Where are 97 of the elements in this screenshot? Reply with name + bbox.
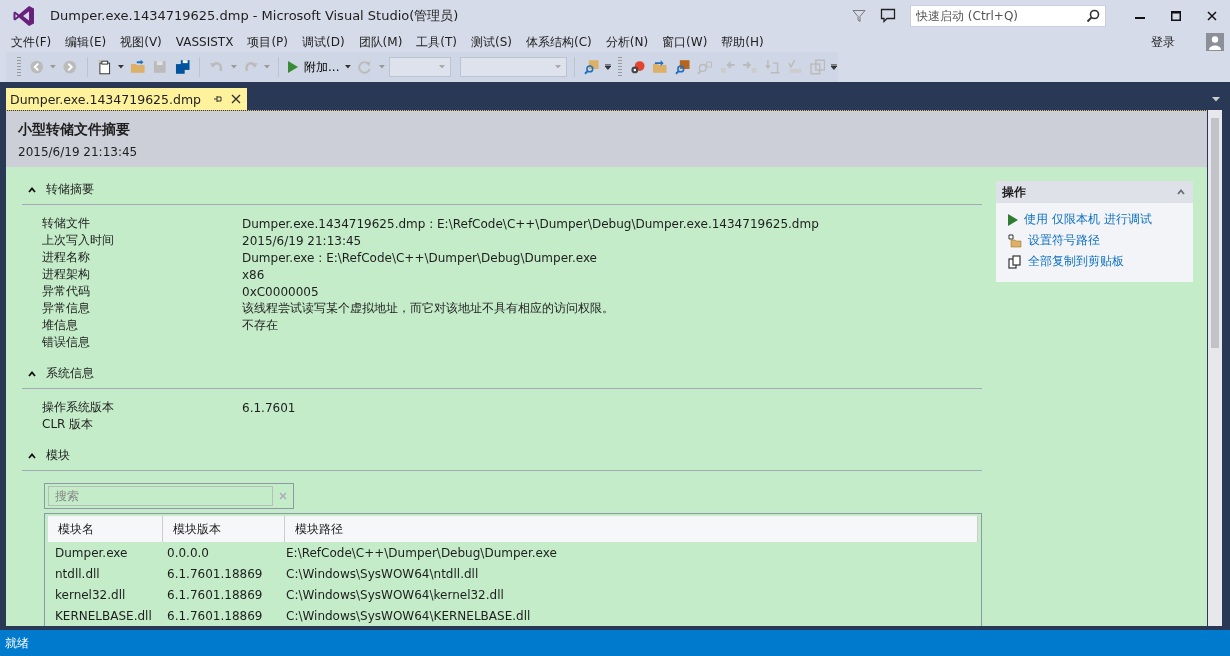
forward-icon[interactable] <box>62 59 78 75</box>
menu-item[interactable]: 体系结构(C) <box>519 33 599 51</box>
property-label: 上次写入时间 <box>42 232 115 249</box>
pin-icon[interactable] <box>213 94 223 104</box>
status-text: 就绪 <box>5 634 29 652</box>
menu-item[interactable]: 调试(D) <box>295 33 352 51</box>
table-cell-text: 6.1.7601.18869 <box>166 608 264 623</box>
action-link[interactable]: 使用 仅限本机 进行调试 <box>1024 211 1152 228</box>
overflow-caret-icon[interactable] <box>605 64 611 70</box>
module-search-field[interactable]: 搜索 <box>44 483 294 509</box>
menu-item[interactable]: 工具(T) <box>409 33 465 51</box>
collapse-chevron-icon[interactable] <box>28 186 36 193</box>
property-value: x86 <box>242 267 265 282</box>
section-title: 转储摘要 <box>46 181 94 198</box>
column-header[interactable]: 模块版本 <box>162 516 285 542</box>
property-label: 错误信息 <box>42 334 91 351</box>
table-cell-text: kernel32.dll <box>54 587 127 602</box>
new-project-icon[interactable] <box>96 59 113 75</box>
scrollbar[interactable] <box>1208 110 1222 626</box>
feedback-icon[interactable] <box>880 8 896 24</box>
property-label: 进程架构 <box>42 266 91 283</box>
property-value: 0xC0000005 <box>242 284 319 299</box>
property-value: 2015/6/19 21:13:45 <box>242 233 362 248</box>
property-label: 异常信息 <box>42 300 91 317</box>
menu-item[interactable]: 编辑(E) <box>58 33 114 51</box>
table-cell-text: C:\Windows\SysWOW64\KERNELBASE.dll <box>285 608 532 623</box>
find-in-files-icon[interactable] <box>583 59 600 75</box>
table-cell-text: C:\Windows\SysWOW64\ntdll.dll <box>285 566 480 581</box>
section-title: 模块 <box>46 447 70 464</box>
caret-icon[interactable] <box>118 65 124 69</box>
actions-title: 操作 <box>1002 183 1026 201</box>
folder-icon <box>1008 233 1022 248</box>
property-value: 不存在 <box>242 317 278 334</box>
menu-item[interactable]: 视图(V) <box>113 33 169 51</box>
section-title: 系统信息 <box>46 365 94 382</box>
maximize-icon[interactable] <box>1171 11 1181 21</box>
filter-icon[interactable] <box>852 9 866 23</box>
avatar-icon[interactable] <box>1206 33 1224 51</box>
property-value: 该线程尝试读写某个虚拟地址，而它对该地址不具有相应的访问权限。 <box>242 300 614 317</box>
window-title: Dumper.exe.1434719625.dmp - Microsoft Visual Studio(管理员) <box>50 7 459 25</box>
save-all-icon[interactable] <box>174 59 191 75</box>
table-cell-text: E:\RefCode\C++\Dumper\Debug\Dumper.exe <box>285 545 558 560</box>
table-cell-text: 0.0.0.0 <box>166 545 210 560</box>
menu-item[interactable]: 文件(F) <box>4 33 59 51</box>
app-logo-icon <box>12 4 36 28</box>
action-link[interactable]: 设置符号路径 <box>1028 232 1100 249</box>
property-value: Dumper.exe : E:\RefCode\C++\Dumper\Debug\Dumper.exe <box>242 250 597 265</box>
document-title: 小型转储文件摘要 <box>18 121 131 139</box>
attach-button[interactable]: 附加... <box>286 58 342 76</box>
caret-icon <box>438 65 445 69</box>
menu-item[interactable]: 项目(P) <box>240 33 295 51</box>
property-label: 异常代码 <box>42 283 91 300</box>
spellcheck-icon[interactable] <box>787 59 803 75</box>
column-header[interactable]: 模块名 <box>48 516 163 542</box>
close-icon[interactable] <box>1207 11 1217 21</box>
property-label: 堆信息 <box>42 317 79 334</box>
table-cell-text: C:\Windows\SysWOW64\kernel32.dll <box>285 587 505 602</box>
property-label: CLR 版本 <box>42 416 95 433</box>
menu-item[interactable]: 团队(M) <box>351 33 410 51</box>
collapse-chevron-icon[interactable] <box>28 370 36 377</box>
property-label: 操作系统版本 <box>42 399 115 416</box>
document-tab[interactable]: Dumper.exe.1434719625.dmp <box>6 88 247 110</box>
menu-item[interactable]: 窗口(W) <box>655 33 715 51</box>
table-cell-text: 6.1.7601.18869 <box>166 587 264 602</box>
menu-item[interactable]: VASSISTX <box>168 35 241 49</box>
menu-item[interactable]: 分析(N) <box>598 33 656 51</box>
table-cell-text: 6.1.7601.18869 <box>166 566 264 581</box>
menu-item[interactable]: 测试(S) <box>464 33 519 51</box>
folder-icon[interactable] <box>652 59 668 75</box>
caret-icon <box>554 65 561 69</box>
clear-icon[interactable] <box>279 492 287 500</box>
find-in-files-icon[interactable] <box>674 59 691 75</box>
back-icon[interactable] <box>28 59 45 75</box>
property-value: Dumper.exe.1434719625.dmp : E:\RefCode\C++\Dumper\Debug\Dumper.exe.1434719625.dmp <box>242 216 819 231</box>
overflow-caret-icon[interactable] <box>831 64 838 70</box>
close-icon[interactable] <box>231 94 241 104</box>
play-icon <box>1008 213 1018 226</box>
caret-icon[interactable] <box>345 65 352 69</box>
table-cell-text: ntdll.dll <box>54 566 101 581</box>
folder-icon[interactable] <box>129 59 146 75</box>
sign-in-link[interactable]: 登录 <box>1144 33 1182 51</box>
menu-item[interactable]: 帮助(H) <box>714 33 771 51</box>
scrollbar-thumb[interactable] <box>1211 118 1219 348</box>
search-icon <box>1086 9 1100 23</box>
table-cell-text: KERNELBASE.dll <box>54 608 153 623</box>
property-label: 进程名称 <box>42 249 91 266</box>
action-link[interactable]: 全部复制到剪贴板 <box>1028 253 1124 270</box>
document-date: 2015/6/19 21:13:45 <box>18 145 139 159</box>
collapse-chevron-icon[interactable] <box>28 452 36 459</box>
copy-icon <box>1008 254 1022 269</box>
table-cell-text: Dumper.exe <box>54 545 129 560</box>
property-label: 转储文件 <box>42 215 91 232</box>
quick-launch-field[interactable]: 快速启动 (Ctrl+Q) <box>910 5 1106 27</box>
tab-menu-caret-icon[interactable] <box>1212 97 1220 102</box>
play-icon <box>288 61 299 73</box>
property-value: 6.1.7601 <box>242 400 296 415</box>
column-header[interactable]: 模块路径 <box>284 516 978 542</box>
